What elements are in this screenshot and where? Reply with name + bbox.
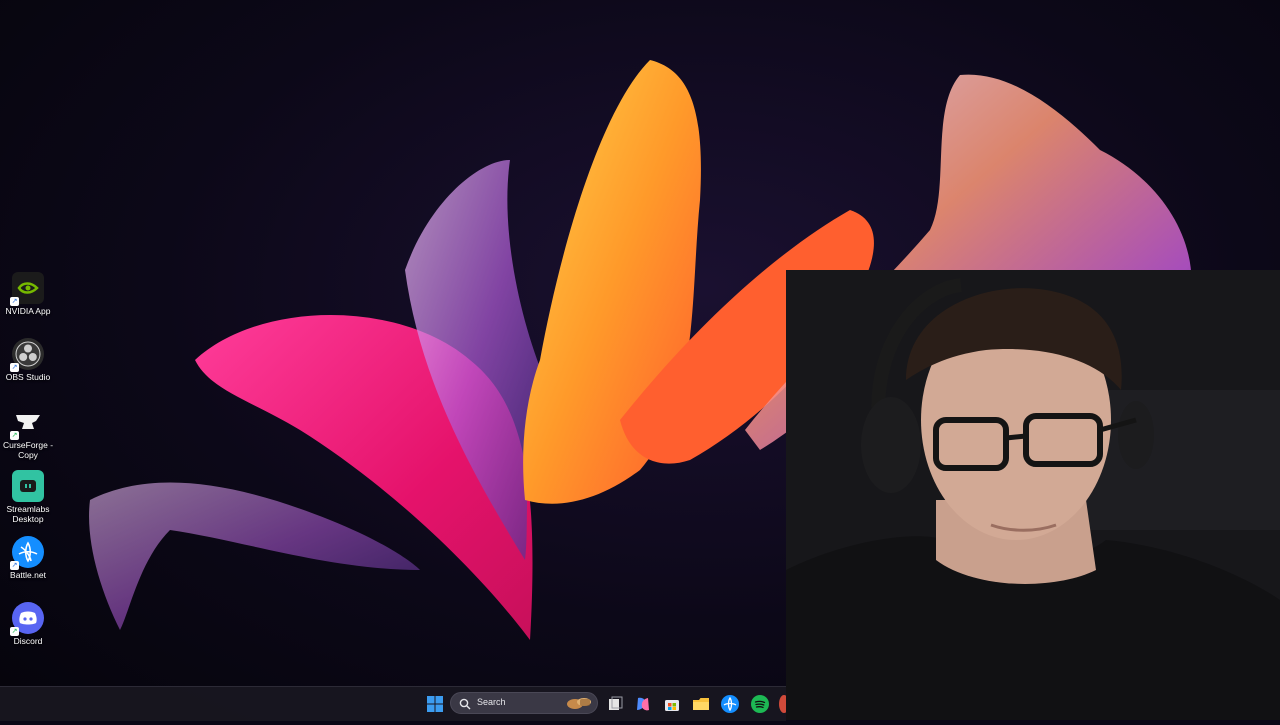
- desktop-icon-streamlabs[interactable]: Streamlabs Desktop: [2, 470, 54, 524]
- search-placeholder: Search: [477, 697, 506, 707]
- desktop-icon-label: Streamlabs Desktop: [6, 504, 50, 524]
- streamer-webcam-feed: [786, 270, 1280, 720]
- desktop-icon-obs-studio[interactable]: ↗ OBS Studio: [2, 338, 54, 382]
- shortcut-arrow-icon: ↗: [10, 297, 19, 306]
- webcam-overlay: [786, 270, 1280, 720]
- shortcut-arrow-icon: ↗: [10, 363, 19, 372]
- desktop-icon-label: CurseForge - Copy: [2, 440, 54, 460]
- file-explorer-icon[interactable]: [692, 695, 710, 713]
- spotify-icon[interactable]: [751, 695, 769, 713]
- obs-icon: ↗: [10, 338, 44, 372]
- desktop-icon-label: Discord: [13, 636, 43, 646]
- search-highlight-icon: [565, 695, 593, 716]
- store-icon[interactable]: [663, 695, 681, 713]
- shortcut-arrow-icon: ↗: [10, 627, 19, 636]
- battlenet-icon: ↗: [10, 536, 44, 570]
- desktop-icon-label: Battle.net: [10, 570, 46, 580]
- desktop-icon-battlenet[interactable]: ↗ Battle.net: [2, 536, 54, 580]
- taskbar: [0, 686, 789, 721]
- shortcut-arrow-icon: ↗: [10, 431, 19, 440]
- copilot-icon[interactable]: [634, 695, 652, 713]
- search-icon: [459, 697, 471, 715]
- desktop-icon-label: NVIDIA App: [5, 306, 51, 316]
- desktop-icon-nvidia-app[interactable]: ↗ NVIDIA App: [2, 272, 54, 316]
- task-view-icon[interactable]: [606, 695, 624, 713]
- desktop-icon-discord[interactable]: ↗ Discord: [2, 602, 54, 646]
- shortcut-arrow-icon: ↗: [10, 561, 19, 570]
- streamlabs-icon: [12, 470, 44, 502]
- start-icon[interactable]: [426, 695, 444, 713]
- battlenet-taskbar-icon[interactable]: [721, 695, 739, 713]
- curseforge-icon: ↗: [10, 406, 44, 440]
- discord-icon: ↗: [10, 602, 44, 636]
- taskbar-search[interactable]: Search: [450, 692, 598, 714]
- nvidia-icon: ↗: [10, 272, 44, 306]
- desktop-icon-label: OBS Studio: [5, 372, 51, 382]
- desktop-icon-curseforge[interactable]: ↗ CurseForge - Copy: [2, 406, 54, 460]
